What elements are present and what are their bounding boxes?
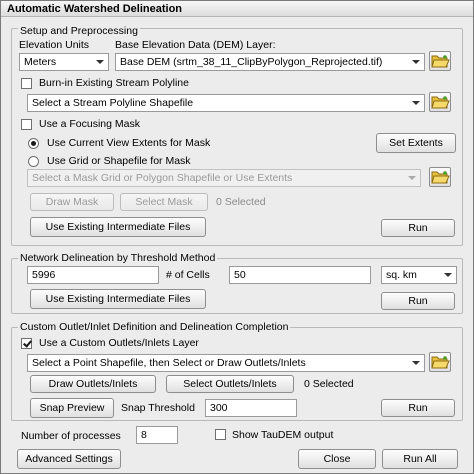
- mask-browse-button[interactable]: [429, 167, 451, 187]
- stream-browse-button[interactable]: [429, 92, 451, 112]
- outlets-selected-count: 0 Selected: [304, 378, 354, 390]
- watershed-dialog: Automatic Watershed Delineation Setup an…: [0, 0, 474, 474]
- chevron-down-icon: [412, 60, 420, 64]
- outlet-group-label: Custom Outlet/Inlet Definition and Delin…: [18, 321, 291, 333]
- dem-layer-label: Base Elevation Data (DEM) Layer:: [115, 39, 276, 51]
- snap-threshold-label: Snap Threshold: [121, 402, 195, 414]
- processes-input[interactable]: 8: [136, 426, 178, 444]
- taudem-output-label: Show TauDEM output: [232, 429, 334, 441]
- folder-open-icon: [431, 96, 450, 109]
- area-unit-select[interactable]: sq. km: [381, 266, 457, 284]
- close-button[interactable]: Close: [298, 449, 376, 469]
- custom-outlets-label: Use a Custom Outlets/Inlets Layer: [39, 337, 199, 349]
- setup-group-label: Setup and Preprocessing: [18, 25, 140, 37]
- current-extents-radio[interactable]: [28, 138, 39, 149]
- point-shapefile-placeholder: Select a Point Shapefile, then Select or…: [32, 357, 306, 369]
- draw-mask-button[interactable]: Draw Mask: [30, 193, 114, 211]
- network-existing-files-button[interactable]: Use Existing Intermediate Files: [30, 289, 206, 309]
- dem-browse-button[interactable]: [429, 51, 451, 71]
- grid-shapefile-label: Use Grid or Shapefile for Mask: [47, 155, 191, 167]
- snap-preview-button[interactable]: Snap Preview: [30, 398, 114, 418]
- snap-threshold-input[interactable]: 300: [205, 399, 297, 417]
- current-extents-label: Use Current View Extents for Mask: [47, 137, 211, 149]
- taudem-output-checkbox[interactable]: [215, 429, 226, 440]
- mask-select[interactable]: Select a Mask Grid or Polygon Shapefile …: [27, 169, 421, 187]
- folder-open-icon: [431, 356, 450, 369]
- mask-placeholder: Select a Mask Grid or Polygon Shapefile …: [32, 172, 293, 184]
- chevron-down-icon: [444, 273, 452, 277]
- burn-in-label: Burn-in Existing Stream Polyline: [39, 77, 189, 89]
- processes-label: Number of processes: [21, 430, 121, 442]
- grid-shapefile-radio[interactable]: [28, 156, 39, 167]
- chevron-down-icon: [412, 101, 420, 105]
- setup-existing-files-button[interactable]: Use Existing Intermediate Files: [30, 217, 206, 237]
- elevation-units-value: Meters: [24, 56, 57, 68]
- dem-layer-value: Base DEM (srtm_38_11_ClipByPolygon_Repro…: [120, 56, 383, 68]
- focusing-mask-label: Use a Focusing Mask: [39, 118, 140, 130]
- select-mask-button[interactable]: Select Mask: [120, 193, 208, 211]
- run-all-button[interactable]: Run All: [382, 449, 458, 469]
- chevron-down-icon: [412, 361, 420, 365]
- burn-in-checkbox[interactable]: [21, 78, 32, 89]
- threshold-area-input[interactable]: 50: [229, 266, 371, 284]
- chevron-down-icon: [96, 60, 104, 64]
- custom-outlets-checkbox[interactable]: [21, 338, 32, 349]
- stream-polyline-placeholder: Select a Stream Polyline Shapefile: [32, 97, 194, 109]
- point-browse-button[interactable]: [429, 352, 451, 372]
- draw-outlets-button[interactable]: Draw Outlets/Inlets: [30, 375, 156, 393]
- area-unit-value: sq. km: [386, 269, 417, 281]
- folder-open-icon: [431, 55, 450, 68]
- point-shapefile-select[interactable]: Select a Point Shapefile, then Select or…: [27, 354, 425, 372]
- network-run-button[interactable]: Run: [381, 292, 455, 310]
- set-extents-button[interactable]: Set Extents: [376, 133, 456, 153]
- setup-run-button[interactable]: Run: [381, 219, 455, 237]
- cells-label: # of Cells: [166, 269, 210, 281]
- outlet-run-button[interactable]: Run: [381, 399, 455, 417]
- advanced-settings-button[interactable]: Advanced Settings: [17, 449, 121, 469]
- network-group-label: Network Delineation by Threshold Method: [18, 252, 218, 264]
- threshold-cells-input[interactable]: 5996: [27, 266, 159, 284]
- elevation-units-label: Elevation Units: [19, 39, 90, 51]
- select-outlets-button[interactable]: Select Outlets/Inlets: [166, 375, 294, 393]
- folder-open-icon: [431, 171, 450, 184]
- window-title: Automatic Watershed Delineation: [1, 1, 473, 17]
- focusing-mask-checkbox[interactable]: [21, 119, 32, 130]
- chevron-down-icon: [408, 176, 416, 180]
- elevation-units-select[interactable]: Meters: [19, 53, 109, 71]
- stream-polyline-select[interactable]: Select a Stream Polyline Shapefile: [27, 94, 425, 112]
- mask-selected-count: 0 Selected: [216, 196, 266, 208]
- dem-layer-select[interactable]: Base DEM (srtm_38_11_ClipByPolygon_Repro…: [115, 53, 425, 71]
